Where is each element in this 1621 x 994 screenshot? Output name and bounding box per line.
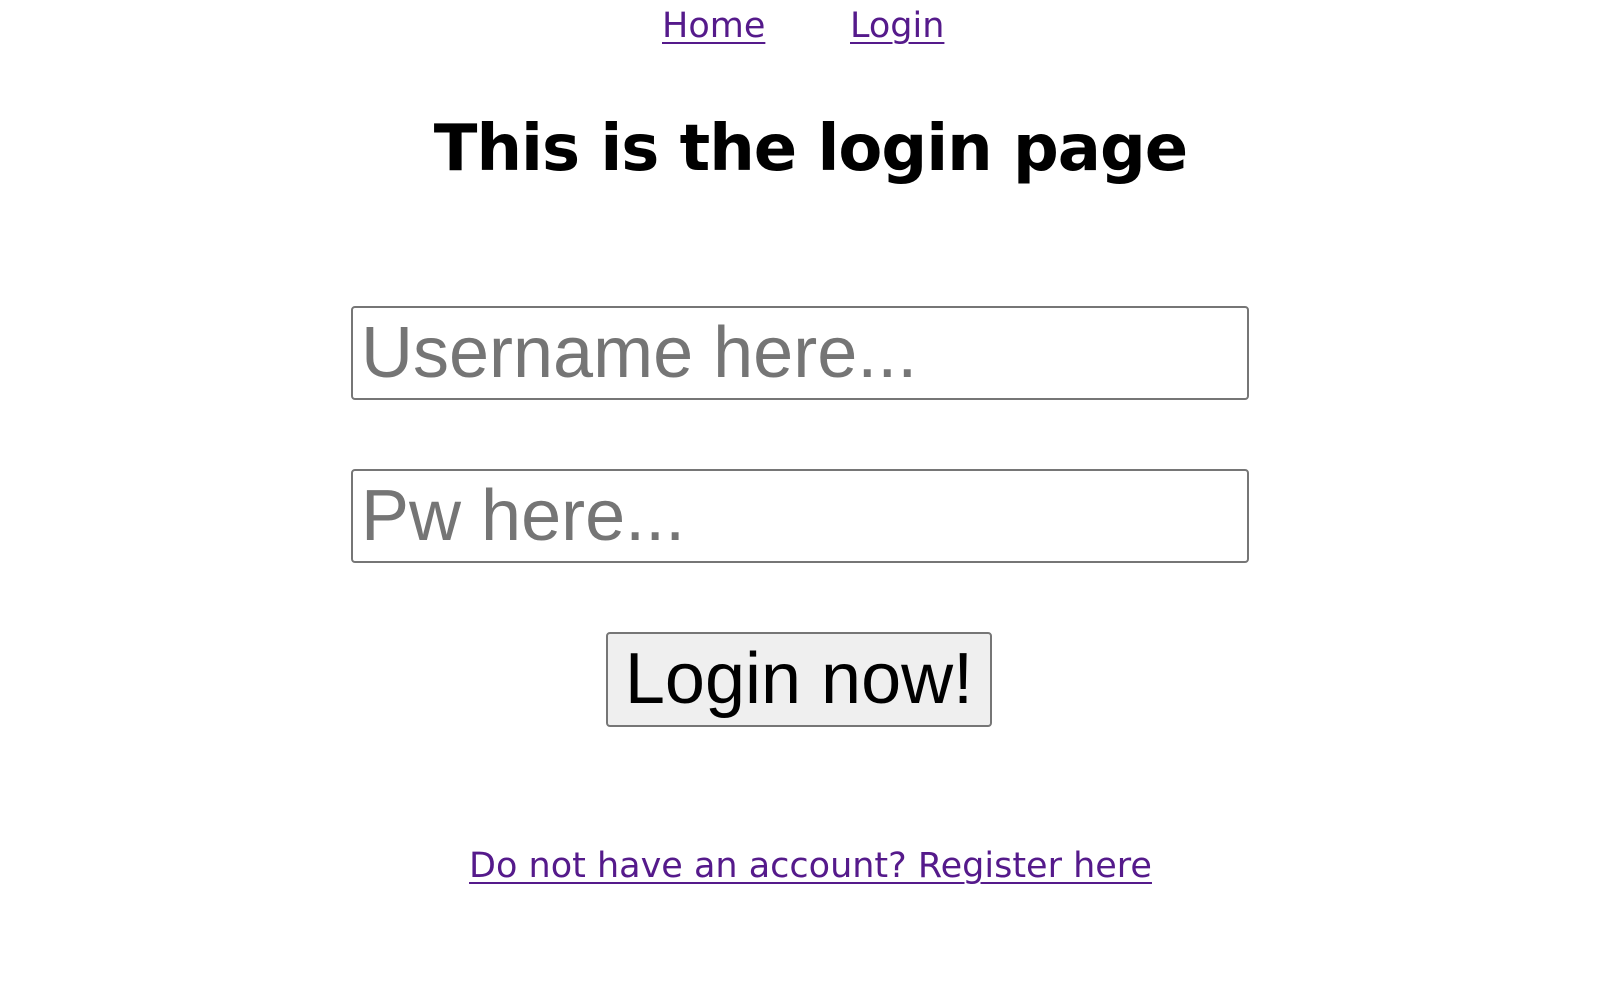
nav-link-home[interactable]: Home — [662, 2, 765, 50]
page-title: This is the login page — [433, 112, 1188, 186]
login-page: Home Login This is the login page Login … — [0, 0, 1621, 994]
login-button[interactable]: Login now! — [606, 632, 992, 727]
password-input[interactable] — [351, 469, 1249, 563]
top-nav: Home Login — [0, 2, 1621, 50]
register-link[interactable]: Do not have an account? Register here — [469, 846, 1152, 886]
register-prompt: Do not have an account? Register here — [0, 842, 1621, 890]
nav-link-login[interactable]: Login — [850, 2, 944, 50]
username-input[interactable] — [351, 306, 1249, 400]
